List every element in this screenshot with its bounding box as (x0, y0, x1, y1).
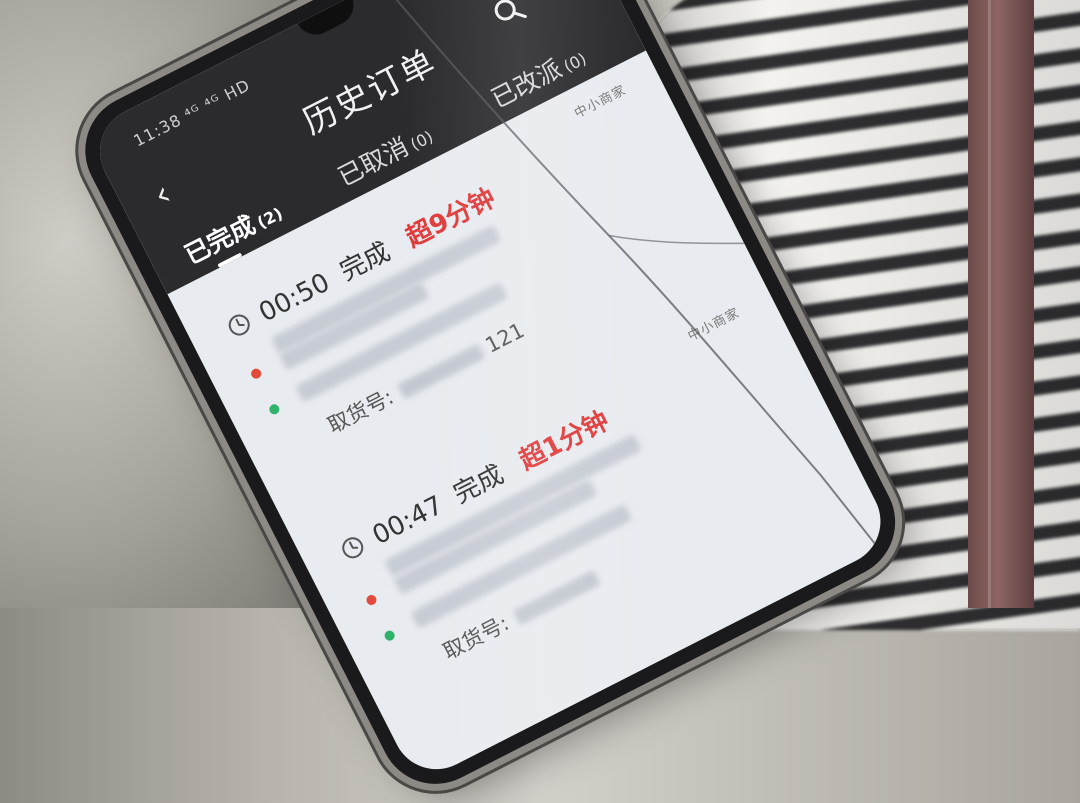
pickup-number: 取货号: (438, 562, 603, 666)
blurred-pickup-code (397, 343, 486, 399)
shop-tag: 中小商家 (685, 305, 743, 345)
clock-icon (228, 314, 250, 336)
shop-tag: 中小商家 (572, 82, 629, 122)
pickup-label: 取货号: (324, 384, 398, 438)
pickup-label: 取货号: (439, 611, 513, 665)
tab-count: (0) (407, 126, 437, 155)
pickup-dot (364, 593, 379, 607)
pickup-suffix: 121 (481, 318, 529, 358)
tab-count: (2) (254, 203, 286, 233)
search-icon[interactable] (486, 0, 532, 34)
bag-strap (968, 0, 1034, 608)
date-filter[interactable]: 今天 (535, 0, 584, 7)
back-arrow-icon[interactable]: ‹ (147, 174, 177, 216)
blurred-pickup-code (512, 570, 601, 626)
dropoff-dot (382, 628, 397, 643)
pickup-dot (249, 366, 263, 381)
dropoff-dot (267, 402, 282, 417)
clock-icon (342, 537, 364, 559)
status-bar: 11:38 ⁴ᴳ ⁴ᴳ HD (130, 75, 254, 151)
tab-count: (0) (560, 48, 590, 77)
